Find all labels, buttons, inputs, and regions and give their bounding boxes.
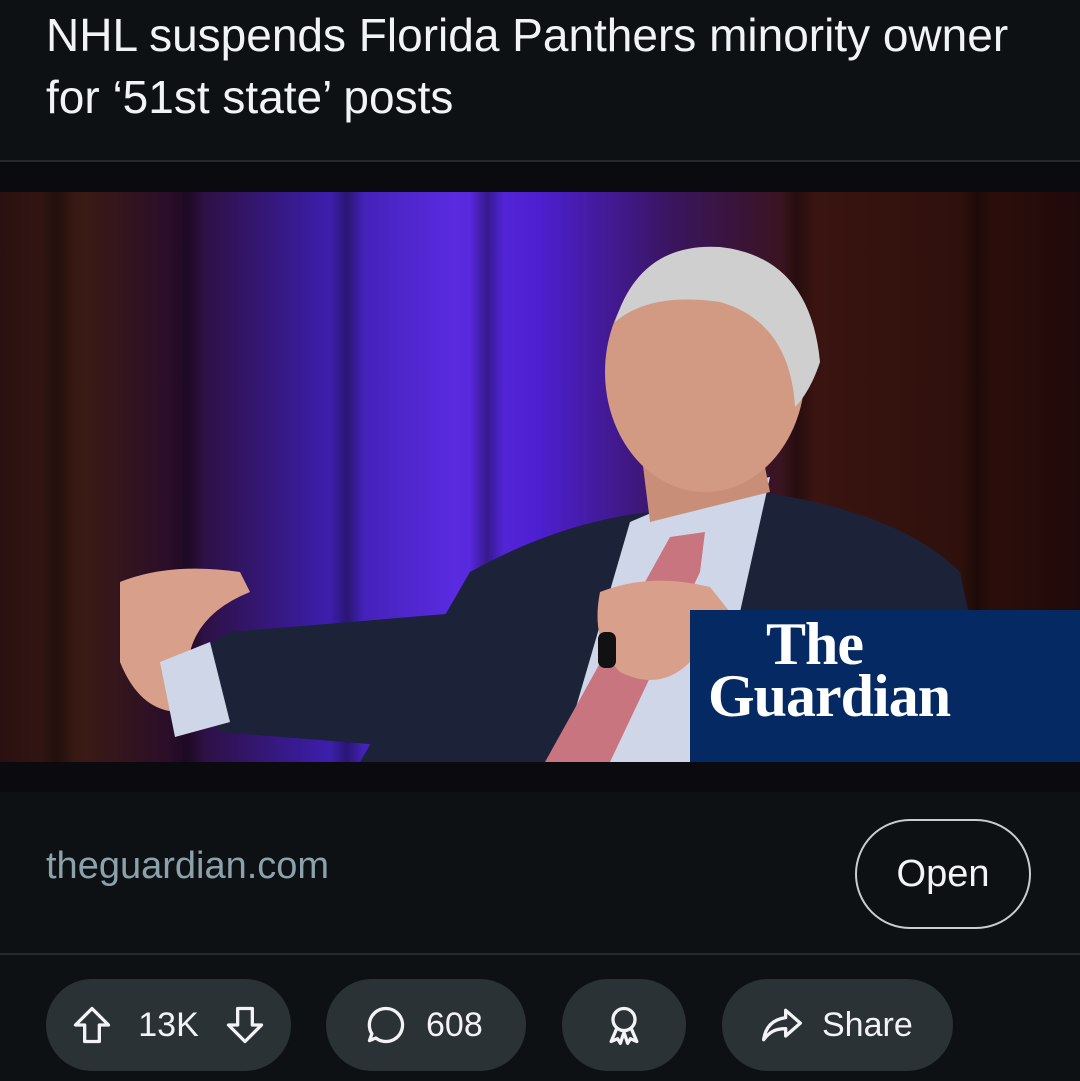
post-thumbnail[interactable]: The Guardian [0, 162, 1080, 792]
upvote-icon[interactable] [70, 1003, 114, 1047]
comment-count: 608 [426, 1005, 483, 1044]
comments-button[interactable]: 608 [326, 979, 526, 1071]
logo-line-guardian: Guardian [708, 663, 951, 729]
vote-count: 13K [138, 1005, 199, 1044]
link-domain[interactable]: theguardian.com [46, 845, 329, 888]
link-row: theguardian.com Open [0, 793, 1080, 953]
comment-icon [364, 1003, 408, 1047]
post-title[interactable]: NHL suspends Florida Panthers minority o… [46, 4, 1036, 128]
share-button[interactable]: Share [722, 979, 953, 1071]
article-image: The Guardian [0, 192, 1080, 762]
guardian-logo: The Guardian [690, 610, 1080, 762]
award-icon [602, 1003, 646, 1047]
award-button[interactable] [562, 979, 686, 1071]
share-label: Share [822, 1005, 913, 1044]
vote-pill: 13K [46, 979, 291, 1071]
downvote-icon[interactable] [223, 1003, 267, 1047]
share-icon [760, 1003, 804, 1047]
action-bar: 13K 608 Share [0, 979, 1080, 1071]
open-link-button[interactable]: Open [855, 819, 1031, 929]
divider [0, 953, 1080, 955]
